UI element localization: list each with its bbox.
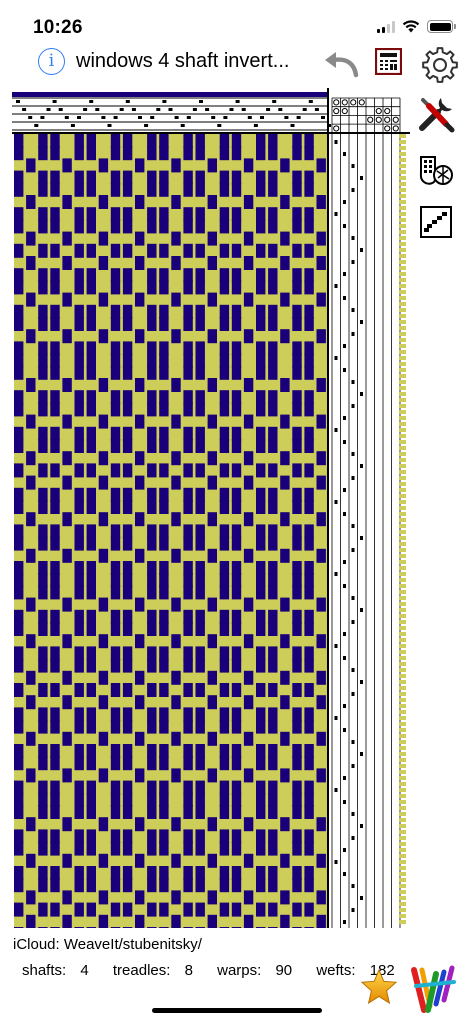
tieup-mark: [392, 125, 399, 132]
tieup-mark: [384, 116, 391, 123]
tieup-mark: [375, 116, 382, 123]
treadles-value: 8: [184, 962, 193, 979]
tieup-mark: [350, 99, 357, 106]
drawdown-weft: [14, 134, 328, 928]
lift-plan-icon[interactable]: [416, 149, 456, 189]
tieup-mark: [333, 99, 340, 106]
weaving-draft[interactable]: [0, 0, 473, 940]
tieup-mark: [333, 107, 340, 115]
tools-icon[interactable]: [416, 94, 456, 134]
tieup-mark: [384, 125, 391, 132]
warps-label: warps:: [217, 962, 262, 979]
twill-icon[interactable]: [416, 202, 456, 242]
tieup-mark: [358, 99, 365, 106]
treadles-label: treadles:: [112, 962, 171, 979]
tieup-mark: [367, 116, 374, 123]
tieup-mark: [392, 116, 399, 123]
shafts-stat: shafts: 4: [22, 962, 99, 979]
tieup-mark: [375, 107, 382, 115]
warps-stat: warps: 90: [217, 962, 302, 979]
wefts-label: wefts:: [316, 962, 356, 979]
shafts-label: shafts:: [22, 962, 67, 979]
home-indicator: [152, 1008, 322, 1013]
tieup-mark: [333, 125, 340, 132]
draft-stats: shafts: 4 treadles: 8 warps: 90 wefts: 1…: [22, 962, 415, 979]
tieup-mark: [341, 107, 348, 115]
side-toolbar: [416, 94, 462, 244]
tieup-mark: [384, 107, 391, 115]
warp-color-strip: [12, 92, 328, 97]
shafts-value: 4: [80, 962, 89, 979]
favorite-star-icon[interactable]: [360, 968, 398, 1006]
weaveit-logo-icon[interactable]: [410, 964, 458, 1014]
file-path: iCloud: WeaveIt/stubenitsky/: [13, 936, 202, 953]
treadles-stat: treadles: 8: [113, 962, 203, 979]
tieup-mark: [341, 99, 348, 106]
warps-value: 90: [275, 962, 293, 979]
